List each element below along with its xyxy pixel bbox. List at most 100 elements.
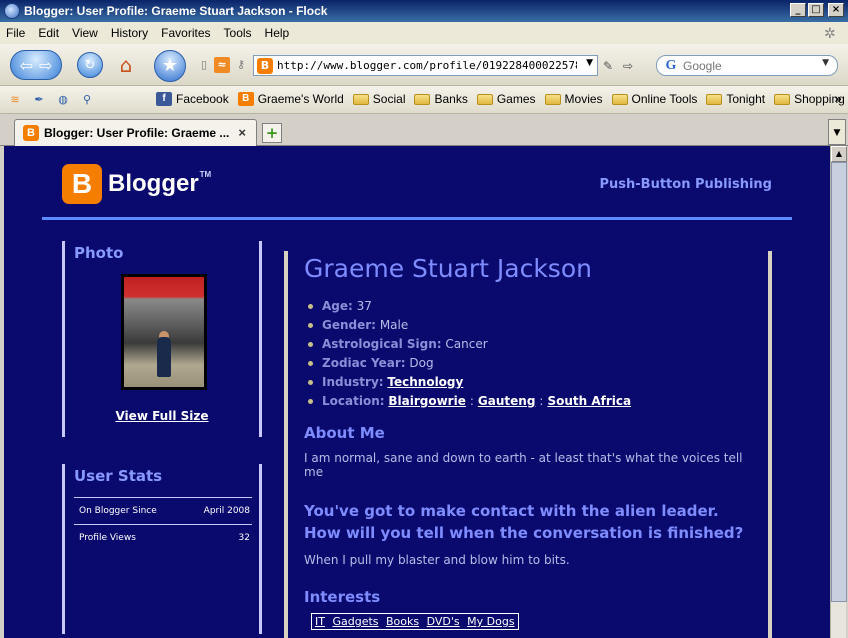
stat-label: On Blogger Since [79,506,157,516]
minimize-button[interactable]: _ [790,3,806,17]
url-input[interactable] [277,59,577,72]
detail-industry: Industry: Technology [304,373,752,392]
search-engine-dropdown-icon[interactable]: ▼ [822,58,829,68]
folder-icon [476,93,493,105]
bookmark-folder-tonight[interactable]: Tonight [706,92,765,106]
bookmark-folder-movies[interactable]: Movies [544,92,603,106]
bookmark-graemes-world[interactable]: B Graeme's World [237,92,344,106]
profile-question: You've got to make contact with the alie… [304,502,744,542]
tab-list-dropdown-icon[interactable]: ▼ [828,119,846,145]
about-me-heading: About Me [304,424,385,442]
bookmark-page-icon[interactable]: ✎ [599,57,617,75]
bookmark-facebook[interactable]: f Facebook [156,92,229,106]
search-input[interactable] [683,58,813,73]
city-link[interactable]: Blairgowrie [388,394,465,408]
country-link[interactable]: South Africa [547,394,631,408]
star-icon: ★ [161,55,179,76]
header-divider [42,217,792,220]
feeds-icon[interactable]: ≋ [6,91,24,109]
folder-icon [611,93,628,105]
interest-link[interactable]: My Dogs [467,615,514,628]
bookmark-list: f Facebook B Graeme's World Social Banks G… [156,92,848,106]
folder-icon [544,93,561,105]
photo-person-body [157,337,171,377]
back-arrow-icon: ⇦ [19,55,33,75]
bookmark-folder-games[interactable]: Games [476,92,536,106]
detail-astrological-sign: Astrological Sign: Cancer [304,335,752,354]
menu-help[interactable]: Help [265,26,290,40]
home-button[interactable]: ⌂ [113,52,139,78]
interest-link[interactable]: Books [386,615,419,628]
menu-favorites[interactable]: Favorites [161,26,210,40]
forward-arrow-icon: ⇨ [39,55,53,75]
address-bar[interactable]: B ▼ [253,55,598,76]
menu-history[interactable]: History [111,26,148,40]
interest-link[interactable]: Gadgets [332,615,378,628]
menu-edit[interactable]: Edit [38,26,59,40]
close-tab-icon[interactable]: × [238,125,246,140]
bookmark-folder-online-tools[interactable]: Online Tools [611,92,697,106]
menu-view[interactable]: View [72,26,98,40]
interests-list: IT Gadgets Books DVD's My Dogs [311,613,519,630]
flock-tools: ≋ ✒ ◍ ⚲ [6,91,96,109]
stat-value: April 2008 [203,506,250,516]
bookmark-folder-banks[interactable]: Banks [414,92,468,106]
province-link[interactable]: Gauteng [478,394,536,408]
tab-blogger-profile[interactable]: B Blogger: User Profile: Graeme ... × [14,119,257,146]
blogger-logo[interactable]: B BloggerTM [62,164,211,204]
page-scrollbar[interactable]: ▲ [830,146,847,638]
profile-main: Graeme Stuart Jackson Age: 37 Gender: Ma… [284,251,772,638]
url-history-dropdown-icon[interactable]: ▼ [586,58,593,68]
menu-tools[interactable]: Tools [224,26,252,40]
throbber-icon: ✲ [824,25,836,41]
close-window-button[interactable]: × [828,3,844,17]
home-icon: ⌂ [119,53,133,77]
blog-editor-icon[interactable]: ✒ [30,91,48,109]
new-tab-button[interactable]: + [262,123,282,143]
navigation-toolbar: ⇦ ⇨ ↻ ⌂ ★ ▯ ≈ ⚷ B ▼ ✎ ⇨ G ▼ [0,44,848,86]
profile-answer: When I pull my blaster and blow him to b… [304,553,570,567]
about-me-text: I am normal, sane and down to earth - at… [304,451,743,479]
folder-icon [706,93,723,105]
blog-this-icon[interactable]: ▯ [196,57,212,73]
view-full-size-link[interactable]: View Full Size [65,409,259,423]
interest-link[interactable]: IT [315,615,325,628]
reload-icon: ↻ [84,57,96,73]
blogger-logo-icon: B [62,164,102,204]
window-controls: _ □ × [790,3,844,17]
user-stats-heading: User Stats [74,467,163,485]
tab-title: Blogger: User Profile: Graeme ... [44,126,230,140]
scroll-up-arrow-icon[interactable]: ▲ [831,146,847,162]
folder-icon [774,93,791,105]
bookmark-folder-social[interactable]: Social [352,92,405,106]
back-forward-button[interactable]: ⇦ ⇨ [10,50,62,80]
go-arrow-icon[interactable]: ⇨ [619,57,637,75]
detail-age: Age: 37 [304,297,752,316]
menu-file[interactable]: File [6,26,25,40]
photo-panel: Photo View Full Size [62,241,262,437]
industry-link[interactable]: Technology [387,375,463,389]
page-viewport: B BloggerTM Push-Button Publishing Photo… [4,146,830,638]
profile-details: Age: 37 Gender: Male Astrological Sign: … [304,297,752,411]
web-clipboard-icon[interactable]: ◍ [54,91,72,109]
title-bar: Blogger: User Profile: Graeme Stuart Jac… [0,0,848,22]
menu-bar: File Edit View History Favorites Tools H… [0,22,848,44]
facebook-icon: f [156,92,172,106]
rss-icon[interactable]: ≈ [214,57,230,73]
tab-strip: B Blogger: User Profile: Graeme ... × + … [0,114,848,146]
maximize-button[interactable]: □ [808,3,824,17]
reload-button[interactable]: ↻ [77,52,103,78]
interest-link[interactable]: DVD's [427,615,460,628]
search-bar[interactable]: G ▼ [656,55,838,76]
profile-name: Graeme Stuart Jackson [304,254,592,283]
scrollbar-thumb[interactable] [831,162,847,602]
accounts-icon[interactable]: ⚲ [78,91,96,109]
folder-icon [352,93,369,105]
security-icon[interactable]: ⚷ [233,57,249,73]
more-bookmarks-chevron-icon[interactable]: » [834,92,842,106]
google-icon: G [665,57,677,73]
profile-photo[interactable] [121,274,207,390]
blogger-favicon-icon: B [23,125,39,141]
tagline: Push-Button Publishing [599,177,773,192]
favorites-star-button[interactable]: ★ [154,50,186,82]
